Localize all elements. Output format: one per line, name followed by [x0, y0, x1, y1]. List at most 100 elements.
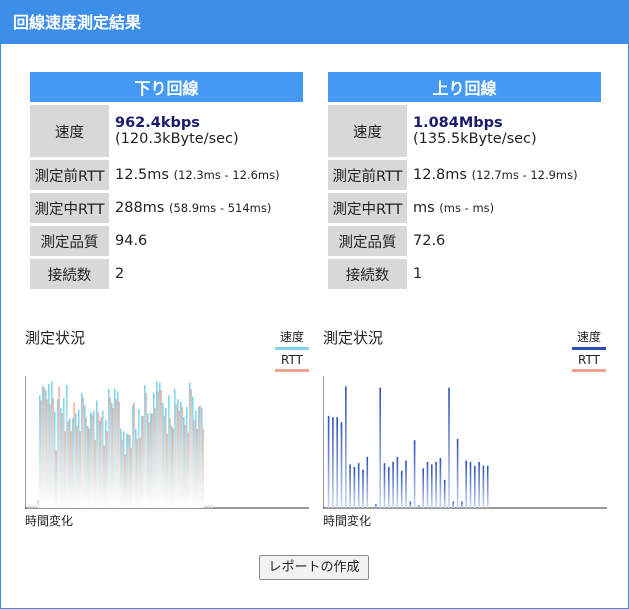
upload-speed-bar	[486, 465, 489, 508]
download-rtt-during-label: 測定中RTT	[30, 193, 109, 223]
upload-speed-bar	[443, 479, 446, 508]
download-speed-bar	[144, 385, 146, 508]
download-speed-bar	[156, 381, 158, 508]
download-rtt-before-value: 12.5ms	[115, 167, 169, 183]
upload-speed-bar	[439, 458, 442, 508]
download-rtt-before-range: (12.3ms - 12.6ms)	[173, 168, 280, 182]
download-chart-xlabel: 時間変化	[25, 514, 74, 528]
download-rtt-bar	[151, 413, 153, 508]
download-rtt-bar	[91, 414, 93, 508]
download-rtt-bar	[136, 438, 138, 508]
download-rtt-bar	[28, 505, 30, 508]
download-speed-label: 速度	[30, 105, 109, 157]
upload-rtt-before-label: 測定前RTT	[328, 160, 407, 190]
download-rtt-bar	[163, 415, 165, 508]
download-speed-bar	[198, 406, 200, 508]
download-rtt-bar	[49, 404, 51, 508]
download-speed-bar	[177, 399, 179, 508]
download-connections-label: 接続数	[30, 259, 109, 289]
upload-legend-speed: 速度	[572, 328, 606, 350]
download-rtt-bar	[94, 440, 96, 508]
download-rtt-bar	[139, 437, 141, 508]
download-speed-bytes: (120.3kByte/sec)	[115, 131, 239, 147]
download-rtt-bar	[199, 405, 201, 508]
download-rtt-bar	[160, 390, 162, 508]
upload-speed-bar	[405, 460, 407, 508]
download-speed-bar	[135, 428, 137, 508]
download-speed-bar	[183, 417, 185, 508]
download-speed-bar	[174, 388, 176, 508]
upload-speed-value: 1.084Mbps	[413, 115, 503, 131]
download-rtt-bar	[103, 445, 105, 508]
upload-rtt-during-cell: ms (ms - ms)	[407, 193, 601, 223]
download-speed-value: 962.4kbps	[115, 115, 200, 131]
download-speed-bar	[84, 405, 86, 508]
download-rtt-bar	[109, 397, 111, 508]
download-speed-cell: 962.4kbps (120.3kByte/sec)	[109, 105, 303, 157]
download-rtt-before-label: 測定前RTT	[30, 160, 109, 190]
upload-speed-bar	[465, 460, 467, 508]
download-rtt-bar	[76, 426, 78, 508]
upload-speed-bar	[349, 464, 351, 508]
upload-speed-bar	[482, 465, 485, 508]
download-rtt-bar	[118, 401, 120, 508]
download-rtt-bar	[121, 440, 123, 508]
upload-rtt-before-value: 12.8ms	[413, 167, 467, 183]
create-report-button[interactable]: レポートの作成	[259, 555, 369, 580]
download-rtt-bar	[187, 432, 189, 508]
download-speed-bar	[195, 410, 197, 508]
download-speed-bar	[180, 401, 182, 508]
upload-speed-bar	[469, 461, 472, 508]
upload-speed-bar	[366, 456, 369, 508]
download-speed-bar	[60, 408, 62, 508]
download-legend-rtt-label: RTT	[281, 353, 303, 367]
download-rtt-bar	[196, 428, 198, 508]
upload-speed-bar	[409, 501, 412, 508]
download-rtt-bar	[67, 420, 69, 508]
download-rtt-bar	[34, 505, 36, 508]
upload-speed-bar	[418, 505, 420, 508]
download-rtt-bar	[40, 400, 42, 508]
download-rtt-bar	[133, 403, 135, 508]
download-speed-bar	[171, 426, 173, 508]
download-speed-bar	[126, 433, 128, 508]
download-speed-bar	[159, 382, 161, 508]
download-rtt-bar	[85, 417, 87, 508]
download-speed-bar	[168, 395, 170, 508]
download-chart-title: 測定状況	[25, 329, 86, 347]
download-speed-bar	[150, 413, 152, 508]
upload-speed-bar	[456, 438, 459, 508]
download-rtt-bar	[82, 397, 84, 508]
upload-connections-value: 1	[413, 266, 423, 282]
upload-speed-bar	[332, 417, 334, 508]
download-speed-bar	[57, 399, 59, 508]
download-rtt-bar	[124, 454, 126, 508]
download-speed-bar	[153, 392, 155, 508]
download-rtt-bar	[31, 505, 33, 508]
upload-chart-title: 測定状況	[323, 329, 384, 347]
title-bar: 回線速度測定結果	[1, 1, 628, 44]
upload-quality-value: 72.6	[413, 233, 446, 249]
upload-speed-bar	[422, 468, 424, 508]
download-legend-speed-swatch	[275, 347, 309, 350]
download-rtt-bar	[202, 428, 204, 508]
download-legend-rtt-swatch	[275, 369, 309, 372]
download-speed-bar	[186, 406, 188, 508]
download-speed-bar	[54, 412, 56, 508]
download-rtt-bar	[130, 447, 132, 508]
upload-speed-bar	[431, 464, 433, 508]
download-speed-bar	[147, 413, 149, 508]
download-rtt-bar	[169, 418, 171, 508]
download-speed-bar	[192, 396, 194, 508]
upload-speed-bar	[435, 461, 437, 508]
download-rtt-bar	[127, 433, 129, 508]
upload-speed-bar	[478, 461, 480, 508]
download-speed-bar	[39, 395, 41, 508]
result-window: 回線速度測定結果 下り回線 速度 962.4kbps (120.3kByte/s…	[0, 0, 629, 609]
upload-rtt-during-range: (ms - ms)	[439, 201, 495, 215]
download-rtt-during-cell: 288ms (58.9ms - 514ms)	[109, 193, 303, 223]
upload-speed-bar	[379, 387, 381, 508]
upload-speed-bar	[375, 504, 377, 508]
download-rtt-bar	[211, 505, 213, 508]
download-rtt-bar	[208, 505, 210, 508]
